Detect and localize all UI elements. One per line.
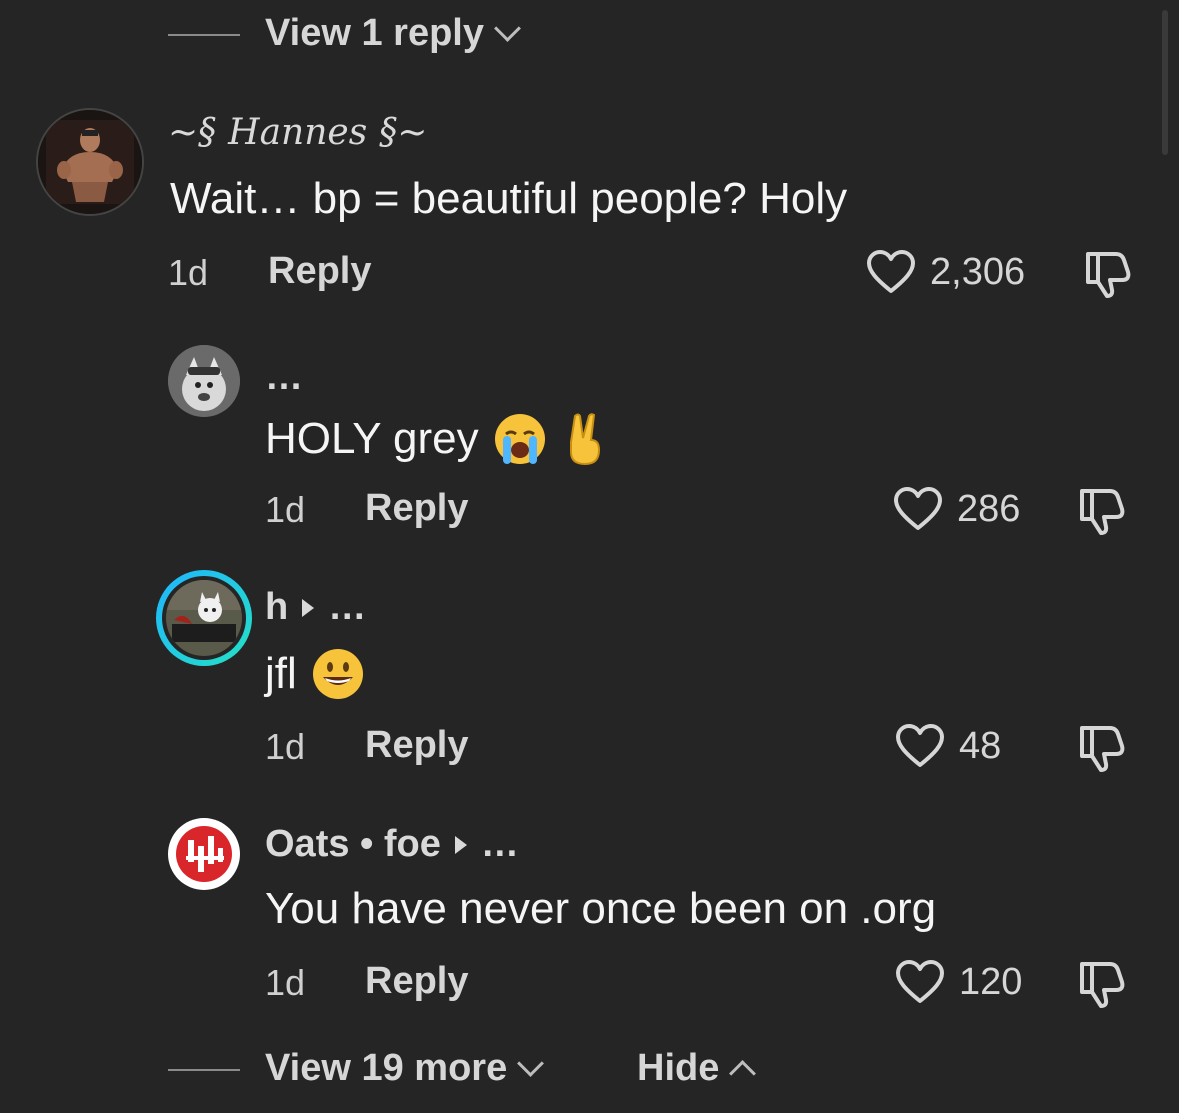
username-label: Hannes <box>228 112 368 153</box>
heart-icon <box>896 724 944 767</box>
grinning-face-emoji <box>312 649 363 699</box>
avatar-story-ring[interactable] <box>156 570 252 666</box>
chevron-down-icon <box>494 15 521 42</box>
view-more-button[interactable]: View 19 more <box>265 1047 545 1090</box>
comment-text: You have never once been on .org <box>265 884 936 934</box>
dislike-button[interactable] <box>1074 958 1128 1015</box>
hide-label: Hide <box>637 1047 720 1089</box>
reply-button[interactable]: Reply <box>365 487 468 530</box>
comment-text: HOLY grey <box>265 410 609 468</box>
avatar-ring-gap <box>162 576 246 660</box>
username-label: … <box>265 356 303 398</box>
comment-username[interactable]: Oats • foe … <box>265 823 519 866</box>
comment-body: You have never once been on .org <box>265 884 937 933</box>
dislike-button[interactable] <box>1074 722 1128 779</box>
avatar-photo <box>166 580 242 656</box>
comment-text: jfl <box>265 647 365 701</box>
comment-timestamp: 1d <box>265 489 306 530</box>
thumbs-down-icon <box>1086 252 1131 298</box>
thumbs-down-icon <box>1080 962 1125 1008</box>
view-replies-label: View 1 reply <box>265 12 484 54</box>
comment-timestamp: 1d <box>265 726 306 767</box>
like-button[interactable]: 2,306 <box>866 249 1025 295</box>
heart-icon <box>896 960 944 1003</box>
like-button[interactable]: 120 <box>895 959 1022 1005</box>
avatar[interactable] <box>168 818 240 890</box>
thumbs-down-icon <box>1080 726 1125 772</box>
dislike-button[interactable] <box>1074 485 1128 542</box>
divider-line <box>168 1069 240 1071</box>
heart-icon <box>867 250 915 293</box>
username-suffix: … <box>480 823 519 865</box>
divider-line <box>168 34 240 36</box>
like-count: 48 <box>959 724 1002 767</box>
comment-timestamp: 1d <box>265 962 306 1003</box>
scrollbar[interactable] <box>1162 10 1168 155</box>
avatar[interactable] <box>36 108 144 216</box>
username-suffix: … <box>328 586 367 628</box>
like-count: 2,306 <box>930 250 1026 293</box>
comment-username[interactable]: h … <box>265 586 366 629</box>
caret-right-icon <box>302 598 315 617</box>
like-count: 120 <box>959 960 1023 1003</box>
thumbs-down-icon <box>1080 489 1125 535</box>
like-count: 286 <box>957 487 1021 530</box>
view-more-label: View 19 more <box>265 1047 508 1089</box>
heart-icon <box>894 487 942 530</box>
flourish-left-icon: ~§ <box>168 112 217 153</box>
comment-body: HOLY grey <box>265 414 479 463</box>
view-replies-button[interactable]: View 1 reply <box>265 12 521 55</box>
victory-hand-emoji <box>569 413 600 466</box>
avatar-logo <box>170 820 238 888</box>
username-label: h <box>265 586 289 628</box>
comment-timestamp: 1d <box>168 252 209 293</box>
flourish-right-icon: §~ <box>379 112 428 153</box>
comment-text: Wait… bp = beautiful people? Holy <box>170 174 847 224</box>
avatar[interactable] <box>168 345 240 417</box>
dislike-button[interactable] <box>1080 248 1134 305</box>
like-button[interactable]: 48 <box>895 723 1001 769</box>
chevron-up-icon <box>729 1060 757 1087</box>
comment-body: Wait… bp = beautiful people? Holy <box>170 174 848 223</box>
avatar-photo <box>38 110 142 214</box>
comment-username[interactable]: … <box>265 356 303 399</box>
comment-body: jfl <box>265 649 297 698</box>
reply-button[interactable]: Reply <box>268 250 371 293</box>
chevron-down-icon <box>517 1050 545 1077</box>
username-label: Oats • foe <box>265 823 441 865</box>
reply-button[interactable]: Reply <box>365 724 468 767</box>
comment-username[interactable]: ~§ Hannes §~ <box>168 112 427 153</box>
like-button[interactable]: 286 <box>893 486 1020 532</box>
reply-button[interactable]: Reply <box>365 960 468 1003</box>
hide-replies-button[interactable]: Hide <box>637 1047 757 1090</box>
crying-face-emoji <box>494 414 545 464</box>
avatar-photo <box>168 345 240 417</box>
caret-right-icon <box>454 835 467 854</box>
